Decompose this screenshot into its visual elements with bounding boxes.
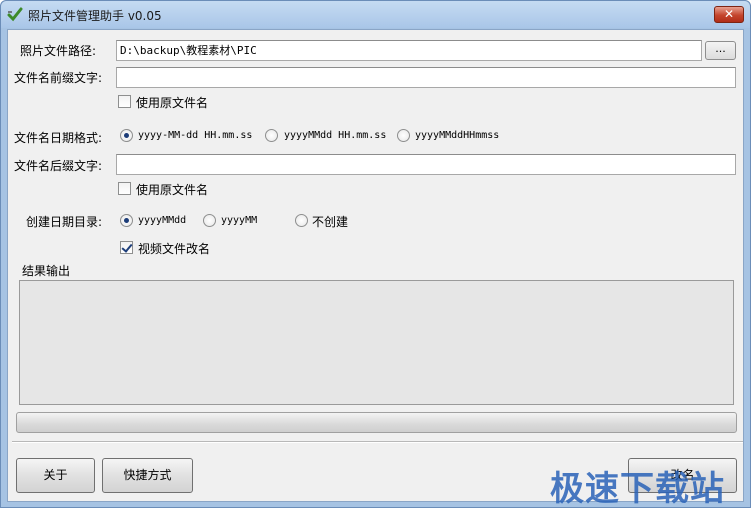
video-rename-checkbox[interactable] <box>120 241 133 254</box>
date-format-option-1: yyyy-MM-dd HH.mm.ss <box>138 130 253 141</box>
date-dir-radio-2[interactable] <box>203 214 216 227</box>
date-dir-radio-1[interactable] <box>120 214 133 227</box>
prefix-use-original-checkbox[interactable] <box>118 95 131 108</box>
date-format-radio-1[interactable] <box>120 129 133 142</box>
date-format-radio-3[interactable] <box>397 129 410 142</box>
photo-path-label: 照片文件路径: <box>20 44 97 58</box>
window-title: 照片文件管理助手 v0.05 <box>28 9 162 23</box>
photo-path-input[interactable]: D:\backup\教程素材\PIC <box>116 40 702 61</box>
main-panel: 照片文件路径: D:\backup\教程素材\PIC ... 文件名前缀文字: … <box>7 29 744 509</box>
prefix-label: 文件名前缀文字: <box>14 71 103 85</box>
shortcut-button[interactable]: 快捷方式 <box>102 458 193 493</box>
browse-button[interactable]: ... <box>705 41 736 60</box>
about-button[interactable]: 关于 <box>16 458 95 493</box>
output-group-label: 结果输出 <box>22 264 71 278</box>
date-dir-radio-3[interactable] <box>295 214 308 227</box>
app-window: 照片文件管理助手 v0.05 ✕ 照片文件路径: D:\backup\教程素材\… <box>0 0 751 509</box>
video-rename-label: 视频文件改名 <box>138 242 211 256</box>
date-dir-option-2: yyyyMM <box>221 215 258 226</box>
output-textarea[interactable] <box>19 280 734 405</box>
date-dir-option-1: yyyyMMdd <box>138 215 187 226</box>
app-logo-icon <box>7 7 23 22</box>
suffix-label: 文件名后缀文字: <box>14 159 103 173</box>
date-format-radio-2[interactable] <box>265 129 278 142</box>
watermark-text: 极速下载站 <box>550 469 725 509</box>
prefix-use-original-label: 使用原文件名 <box>136 96 209 110</box>
close-button[interactable]: ✕ <box>714 6 744 23</box>
prefix-input[interactable] <box>116 67 736 88</box>
date-format-option-3: yyyyMMddHHmmss <box>415 130 500 141</box>
date-format-option-2: yyyyMMdd HH.mm.ss <box>284 130 387 141</box>
separator <box>12 441 743 443</box>
title-bar[interactable]: 照片文件管理助手 v0.05 ✕ <box>1 1 750 28</box>
suffix-use-original-checkbox[interactable] <box>118 182 131 195</box>
date-format-label: 文件名日期格式: <box>14 131 103 145</box>
suffix-input[interactable] <box>116 154 736 175</box>
progress-bar <box>16 412 737 433</box>
date-dir-option-3: 不创建 <box>312 215 349 229</box>
suffix-use-original-label: 使用原文件名 <box>136 183 209 197</box>
date-dir-label: 创建日期目录: <box>26 215 103 229</box>
